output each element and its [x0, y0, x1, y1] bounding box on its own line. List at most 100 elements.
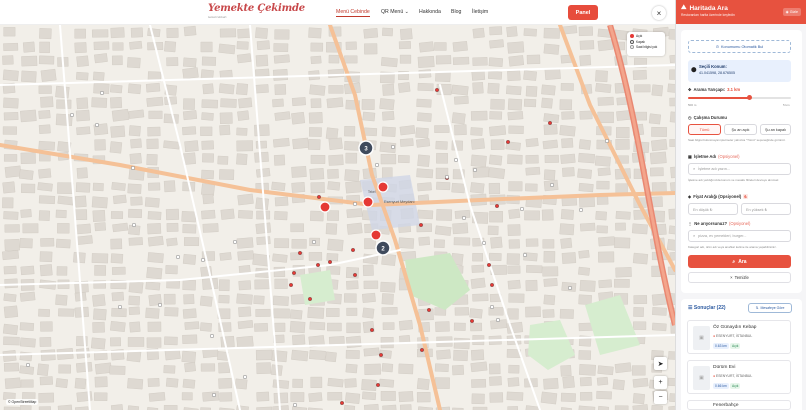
restaurant-pin[interactable]: [391, 144, 396, 149]
restaurant-pin[interactable]: [506, 139, 511, 144]
restaurant-thumbnail: ▣: [693, 326, 710, 350]
restaurant-pin[interactable]: [211, 393, 216, 398]
clear-button[interactable]: × Temizle: [688, 272, 791, 283]
radius-min: 500 m: [688, 103, 697, 107]
status-option-open[interactable]: Şu an açık: [724, 124, 757, 135]
close-map-button[interactable]: ×: [652, 6, 666, 20]
restaurant-pin[interactable]: [482, 240, 487, 245]
result-name: Öz Günaydın Kebap: [713, 325, 757, 330]
restaurant-pin[interactable]: [130, 165, 135, 170]
restaurant-pin[interactable]: [523, 252, 528, 257]
restaurant-pin[interactable]: [353, 272, 358, 277]
restaurant-pin[interactable]: [548, 120, 553, 125]
restaurant-pin[interactable]: [495, 203, 500, 208]
restaurant-pin[interactable]: [200, 257, 205, 262]
result-item[interactable]: Fenerbahçe: [687, 400, 791, 410]
restaurant-pin[interactable]: [69, 112, 74, 117]
restaurant-pin[interactable]: [209, 334, 214, 339]
map-road-label: Tekel: [368, 190, 376, 194]
restaurant-pin[interactable]: [379, 353, 384, 358]
restaurant-pin[interactable]: [317, 194, 322, 199]
street-map: Esenyurt Meydanı Tekel 3 2: [0, 25, 675, 410]
query-input[interactable]: ⌕ pizza, ev yemekleri, burger...: [688, 230, 791, 242]
restaurant-pin[interactable]: [117, 305, 122, 310]
restaurant-pin[interactable]: [473, 167, 478, 172]
restaurant-pin[interactable]: [376, 383, 381, 388]
restaurant-pin[interactable]: [312, 239, 317, 244]
restaurant-pin[interactable]: [370, 328, 375, 333]
restaurant-pin[interactable]: [293, 403, 298, 408]
nav-item-hakkinda[interactable]: Hakkında: [419, 9, 441, 15]
price-max-input[interactable]: En yüksek ₺: [741, 203, 791, 215]
result-item[interactable]: ▣ Dürüm Evi ● ESENYURT, İSTANBUL 0.66 km…: [687, 360, 791, 394]
restaurant-pin[interactable]: [175, 254, 180, 259]
zoom-out-button[interactable]: −: [654, 391, 667, 404]
restaurant-pin[interactable]: [99, 90, 104, 95]
restaurant-pin[interactable]: [427, 308, 432, 313]
restaurant-pin[interactable]: [487, 262, 492, 267]
price-min-input[interactable]: En düşük ₺: [688, 203, 738, 215]
map-cluster[interactable]: 3: [358, 140, 374, 156]
hide-sidebar-button[interactable]: ◉ Gizle: [782, 8, 801, 16]
restaurant-pin[interactable]: [420, 348, 425, 353]
restaurant-pin[interactable]: [94, 122, 99, 127]
restaurant-pin[interactable]: [298, 250, 303, 255]
zoom-in-button[interactable]: +: [654, 376, 667, 389]
radius-slider[interactable]: [688, 95, 791, 100]
status-option-all[interactable]: Tümü: [688, 124, 721, 135]
map-canvas[interactable]: Esenyurt Meydanı Tekel 3 2: [0, 25, 675, 410]
restaurant-pin[interactable]: [605, 138, 610, 143]
sort-button[interactable]: ⇅ Mesafeye Göre: [748, 303, 792, 313]
restaurant-pin[interactable]: [316, 262, 321, 267]
site-logo[interactable]: Yemekte Çekimde lezzet rehberi: [208, 3, 305, 19]
status-option-closed[interactable]: Şu an kapalı: [760, 124, 791, 135]
price-label-text: Fiyat Aralığı (Opsiyonel): [693, 194, 742, 199]
restaurant-pin[interactable]: [490, 305, 495, 310]
map-attribution[interactable]: © OpenStreetMap: [6, 399, 39, 405]
restaurant-pin[interactable]: [419, 222, 424, 227]
search-label: Ara: [738, 258, 747, 265]
map-cluster[interactable]: 2: [375, 240, 391, 256]
nav-item-qr-menu[interactable]: QR Menü ⌄: [381, 9, 409, 15]
result-item[interactable]: ▣ Öz Günaydın Kebap ● ESENYURT, İSTANBUL…: [687, 320, 791, 354]
restaurant-pin[interactable]: [292, 270, 297, 275]
restaurant-pin[interactable]: [520, 206, 525, 211]
restaurant-marker[interactable]: [377, 181, 389, 193]
restaurant-pin[interactable]: [470, 319, 475, 324]
restaurant-pin[interactable]: [375, 162, 380, 167]
restaurant-pin[interactable]: [289, 283, 294, 288]
restaurant-pin[interactable]: [131, 222, 136, 227]
restaurant-pin[interactable]: [353, 201, 358, 206]
restaurant-marker[interactable]: [362, 196, 374, 208]
restaurant-pin[interactable]: [340, 401, 345, 406]
map-road-label: Esenyurt Meydanı: [384, 200, 415, 204]
restaurant-pin[interactable]: [26, 363, 31, 368]
restaurant-marker[interactable]: [319, 201, 331, 213]
radius-slider-fill: [688, 97, 750, 99]
search-button[interactable]: ⌕ Ara: [688, 255, 791, 268]
restaurant-pin[interactable]: [157, 303, 162, 308]
nav-item-menu-cebinde[interactable]: Menü Cebinde: [336, 9, 370, 17]
restaurant-pin[interactable]: [435, 88, 440, 93]
restaurant-pin[interactable]: [568, 286, 573, 291]
nav-item-iletisim[interactable]: İletişim: [472, 9, 488, 15]
restaurant-pin[interactable]: [242, 375, 247, 380]
panel-button[interactable]: Panel: [568, 5, 598, 20]
nav-item-blog[interactable]: Blog: [451, 9, 461, 15]
restaurant-pin[interactable]: [232, 239, 237, 244]
locate-me-icon[interactable]: ➤: [654, 357, 667, 370]
restaurant-pin[interactable]: [496, 318, 501, 323]
restaurant-pin[interactable]: [454, 157, 459, 162]
name-input[interactable]: ⌕ İşletme adı yazın...: [688, 163, 791, 175]
restaurant-marker[interactable]: [370, 229, 382, 241]
restaurant-pin[interactable]: [550, 182, 555, 187]
restaurant-pin[interactable]: [328, 259, 333, 264]
locate-me-button[interactable]: ⊙ Konumumu Otomatik Bul: [688, 40, 791, 53]
restaurant-pin[interactable]: [579, 207, 584, 212]
restaurant-pin[interactable]: [351, 247, 356, 252]
restaurant-pin[interactable]: [462, 215, 467, 220]
restaurant-pin[interactable]: [445, 174, 450, 179]
sidebar-title: Haritada Ara: [689, 4, 728, 12]
restaurant-pin[interactable]: [490, 283, 495, 288]
restaurant-pin[interactable]: [308, 297, 313, 302]
